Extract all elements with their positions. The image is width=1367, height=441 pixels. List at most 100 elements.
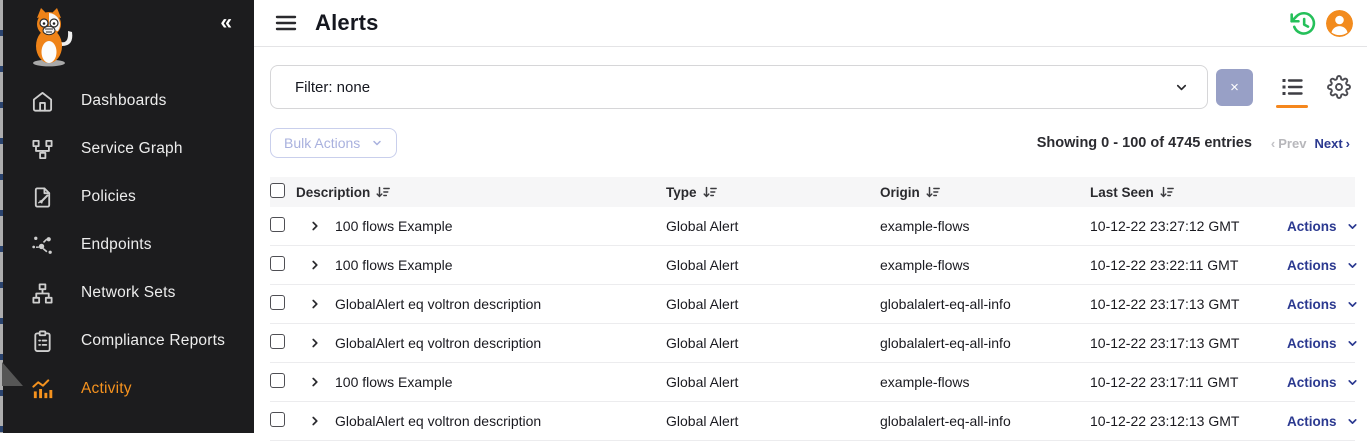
actions-label: Actions — [1287, 375, 1337, 390]
alert-origin: globalalert-eq-all-info — [880, 335, 1090, 351]
actions-menu-button[interactable]: Actions — [1287, 414, 1359, 429]
row-checkbox[interactable] — [270, 334, 285, 349]
calico-cat-logo — [24, 8, 76, 68]
sidebar-item-endpoints[interactable]: Endpoints — [0, 221, 254, 269]
top-bar: Alerts — [254, 0, 1367, 47]
endpoints-icon — [30, 233, 54, 257]
hamburger-icon[interactable] — [274, 11, 298, 35]
compliance-reports-icon — [30, 329, 54, 353]
sidebar: « Dashboards Service Graph Policies Endp… — [0, 0, 254, 433]
expand-row-icon[interactable] — [308, 414, 322, 428]
bulk-actions-label: Bulk Actions — [284, 135, 360, 151]
expand-row-icon[interactable] — [308, 297, 322, 311]
table-header-row: Description Type Origin — [270, 177, 1355, 207]
chevron-down-icon — [1346, 415, 1359, 428]
actions-menu-button[interactable]: Actions — [1287, 258, 1359, 273]
expand-row-icon[interactable] — [308, 336, 322, 350]
alert-description: GlobalAlert eq voltron description — [335, 413, 541, 429]
select-all-checkbox[interactable] — [270, 183, 285, 198]
sidebar-item-compliance-reports[interactable]: Compliance Reports — [0, 317, 254, 365]
prev-page-button[interactable]: Prev — [1278, 136, 1306, 151]
alert-description: 100 flows Example — [335, 257, 453, 273]
actions-menu-button[interactable]: Actions — [1287, 219, 1359, 234]
alert-last-seen: 10-12-22 23:17:13 GMT — [1090, 296, 1287, 312]
sort-icon[interactable] — [926, 185, 940, 199]
chevron-down-icon — [1346, 376, 1359, 389]
chevron-down-icon — [371, 137, 383, 149]
alert-description: GlobalAlert eq voltron description — [335, 296, 541, 312]
sidebar-item-dashboards[interactable]: Dashboards — [0, 77, 254, 125]
row-checkbox[interactable] — [270, 256, 285, 271]
history-icon[interactable] — [1290, 10, 1317, 37]
alert-type: Global Alert — [666, 218, 880, 234]
chevron-left-icon: ‹ — [1271, 136, 1275, 151]
sidebar-collapse-button[interactable]: « — [220, 12, 232, 33]
sidebar-item-label: Endpoints — [81, 236, 152, 254]
table-row: GlobalAlert eq voltron description Globa… — [270, 324, 1355, 363]
policies-icon — [30, 185, 54, 209]
filter-select-value: Filter: none — [295, 79, 370, 96]
next-page-button[interactable]: Next — [1314, 136, 1342, 151]
table-row: 100 flows Example Global Alert example-f… — [270, 207, 1355, 246]
actions-menu-button[interactable]: Actions — [1287, 336, 1359, 351]
row-checkbox[interactable] — [270, 412, 285, 427]
alert-description: 100 flows Example — [335, 218, 453, 234]
sidebar-item-label: Compliance Reports — [81, 332, 225, 350]
sidebar-item-label: Policies — [81, 188, 136, 206]
actions-row: Bulk Actions Showing 0 - 100 of 4745 ent… — [270, 128, 1353, 158]
alert-last-seen: 10-12-22 23:27:12 GMT — [1090, 218, 1287, 234]
chevron-down-icon — [1346, 259, 1359, 272]
sidebar-nav: Dashboards Service Graph Policies Endpoi… — [0, 77, 254, 413]
actions-label: Actions — [1287, 258, 1337, 273]
alert-type: Global Alert — [666, 413, 880, 429]
actions-label: Actions — [1287, 336, 1337, 351]
column-header-description[interactable]: Description — [296, 185, 666, 200]
alert-type: Global Alert — [666, 296, 880, 312]
filter-row: Filter: none × — [270, 65, 1353, 109]
sidebar-item-service-graph[interactable]: Service Graph — [0, 125, 254, 173]
actions-menu-button[interactable]: Actions — [1287, 375, 1359, 390]
column-header-type[interactable]: Type — [666, 185, 880, 200]
column-header-origin[interactable]: Origin — [880, 185, 1090, 200]
user-avatar-icon[interactable] — [1326, 10, 1353, 37]
chevron-down-icon — [1174, 80, 1189, 95]
expand-row-icon[interactable] — [308, 219, 322, 233]
row-checkbox[interactable] — [270, 217, 285, 232]
alert-origin: example-flows — [880, 257, 1090, 273]
clear-filter-button[interactable]: × — [1216, 69, 1253, 106]
alert-description: GlobalAlert eq voltron description — [335, 335, 541, 351]
alert-origin: example-flows — [880, 374, 1090, 390]
alert-origin: globalalert-eq-all-info — [880, 413, 1090, 429]
alert-last-seen: 10-12-22 23:12:13 GMT — [1090, 413, 1287, 429]
chevron-right-icon[interactable]: › — [1346, 136, 1350, 151]
expand-row-icon[interactable] — [308, 258, 322, 272]
actions-menu-button[interactable]: Actions — [1287, 297, 1359, 312]
alert-type: Global Alert — [666, 335, 880, 351]
list-view-icon[interactable] — [1278, 75, 1306, 99]
gear-icon[interactable] — [1325, 75, 1353, 99]
expand-row-icon[interactable] — [308, 375, 322, 389]
table-row: 100 flows Example Global Alert example-f… — [270, 246, 1355, 285]
sidebar-item-network-sets[interactable]: Network Sets — [0, 269, 254, 317]
actions-label: Actions — [1287, 414, 1337, 429]
sort-icon[interactable] — [1160, 185, 1174, 199]
sidebar-item-label: Network Sets — [81, 284, 176, 302]
chevron-down-icon — [1346, 298, 1359, 311]
row-checkbox[interactable] — [270, 373, 285, 388]
pagination: Showing 0 - 100 of 4745 entries ‹ Prev N… — [1037, 135, 1353, 151]
table-row: GlobalAlert eq voltron description Globa… — [270, 402, 1355, 441]
sidebar-item-policies[interactable]: Policies — [0, 173, 254, 221]
column-header-last-seen[interactable]: Last Seen — [1090, 185, 1287, 200]
alert-last-seen: 10-12-22 23:17:13 GMT — [1090, 335, 1287, 351]
bulk-actions-button[interactable]: Bulk Actions — [270, 128, 397, 158]
row-checkbox[interactable] — [270, 295, 285, 310]
alert-origin: example-flows — [880, 218, 1090, 234]
home-icon — [30, 89, 54, 113]
showing-entries-text: Showing 0 - 100 of 4745 entries — [1037, 135, 1252, 151]
actions-label: Actions — [1287, 219, 1337, 234]
filter-select[interactable]: Filter: none — [270, 65, 1208, 109]
alert-last-seen: 10-12-22 23:22:11 GMT — [1090, 257, 1287, 273]
sort-icon[interactable] — [376, 185, 390, 199]
sort-icon[interactable] — [703, 185, 717, 199]
sidebar-item-activity[interactable]: Activity — [0, 365, 254, 413]
